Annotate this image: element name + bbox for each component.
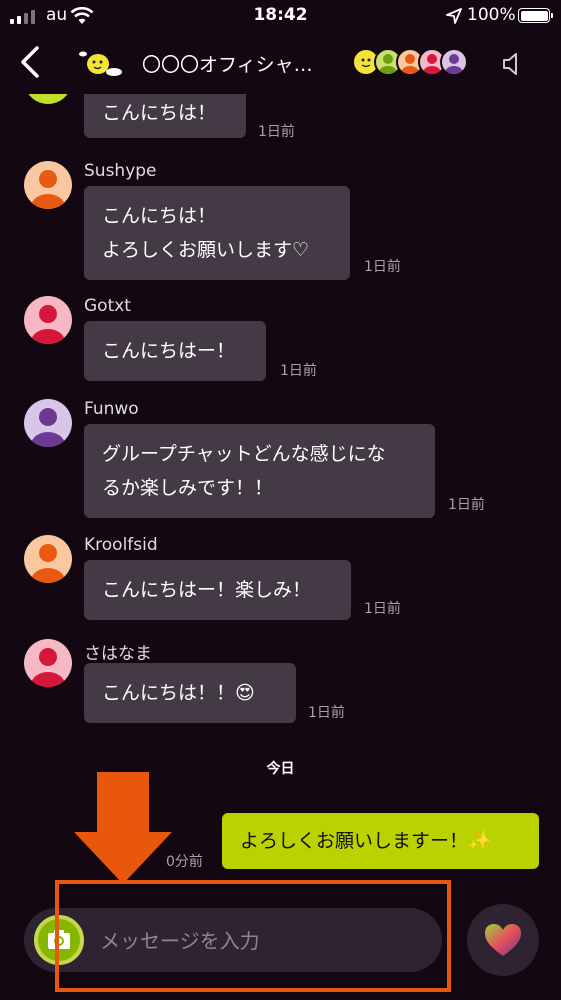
user-avatar[interactable] — [24, 535, 72, 583]
message-time: 1日前 — [308, 705, 345, 721]
back-chevron-icon[interactable] — [18, 45, 42, 79]
heart-button[interactable] — [467, 904, 539, 976]
message-bubble[interactable]: こんにちはー！楽しみ！ — [84, 560, 351, 620]
battery-percent: 100% — [467, 5, 516, 25]
member-avatars[interactable] — [352, 48, 468, 76]
message-text: るか楽しみです！！ — [102, 477, 274, 499]
message-text: よろしくお願いしますー！✨ — [240, 830, 492, 852]
message-bubble[interactable]: こんにちはー！ — [84, 321, 266, 381]
message-list[interactable]: こんにちは！ 1日前 Sushype こんにちは！ よろしくお願いします♡ 1日… — [0, 94, 561, 884]
user-avatar[interactable] — [24, 296, 72, 344]
message-time: 1日前 — [258, 124, 295, 140]
user-avatar[interactable] — [24, 399, 72, 447]
group-avatar-icon — [79, 51, 122, 76]
message-time: 1日前 — [280, 363, 317, 379]
message-text: グループチャットどんな感じにな — [102, 443, 386, 465]
user-avatar[interactable] — [24, 94, 72, 104]
user-avatar[interactable] — [24, 639, 72, 687]
message-time: 1日前 — [364, 259, 401, 275]
message-text: こんにちは！ — [102, 205, 217, 227]
message-text: こんにちはー！ — [102, 340, 236, 362]
message-time: 1日前 — [364, 601, 401, 617]
user-avatar[interactable] — [24, 161, 72, 209]
location-arrow-icon — [446, 8, 462, 24]
message-time: 1日前 — [448, 497, 485, 513]
status-bar: au 18:42 100% — [0, 0, 561, 32]
heart-icon — [485, 924, 521, 956]
username: Sushype — [84, 161, 157, 181]
username: さはなま — [84, 644, 152, 664]
highlight-box — [55, 880, 451, 992]
username: Gotxt — [84, 296, 131, 316]
message-bubble[interactable]: こんにちは！ — [84, 94, 246, 138]
speaker-icon[interactable] — [502, 52, 522, 76]
message-text: こんにちはー！楽しみ！ — [102, 579, 312, 601]
my-message-bubble[interactable]: よろしくお願いしますー！✨ — [222, 813, 539, 869]
message-text: こんにちは！ — [102, 102, 217, 124]
username: Kroolfsid — [84, 535, 158, 555]
down-arrow-icon — [74, 772, 172, 884]
battery-icon — [518, 8, 553, 23]
username: Funwo — [84, 399, 139, 419]
message-bubble[interactable]: こんにちは！！😍 — [84, 663, 296, 723]
message-bubble[interactable]: こんにちは！ よろしくお願いします♡ — [84, 186, 350, 280]
chat-title[interactable]: 〇〇〇オフィシャ… — [142, 50, 313, 77]
message-text: よろしくお願いします♡ — [102, 239, 310, 261]
message-bubble[interactable]: グループチャットどんな感じにな るか楽しみです！！ — [84, 424, 435, 518]
message-text: こんにちは！！😍 — [102, 682, 255, 704]
member-avatar — [440, 48, 468, 76]
chat-header: 〇〇〇オフィシャ… — [0, 32, 561, 94]
